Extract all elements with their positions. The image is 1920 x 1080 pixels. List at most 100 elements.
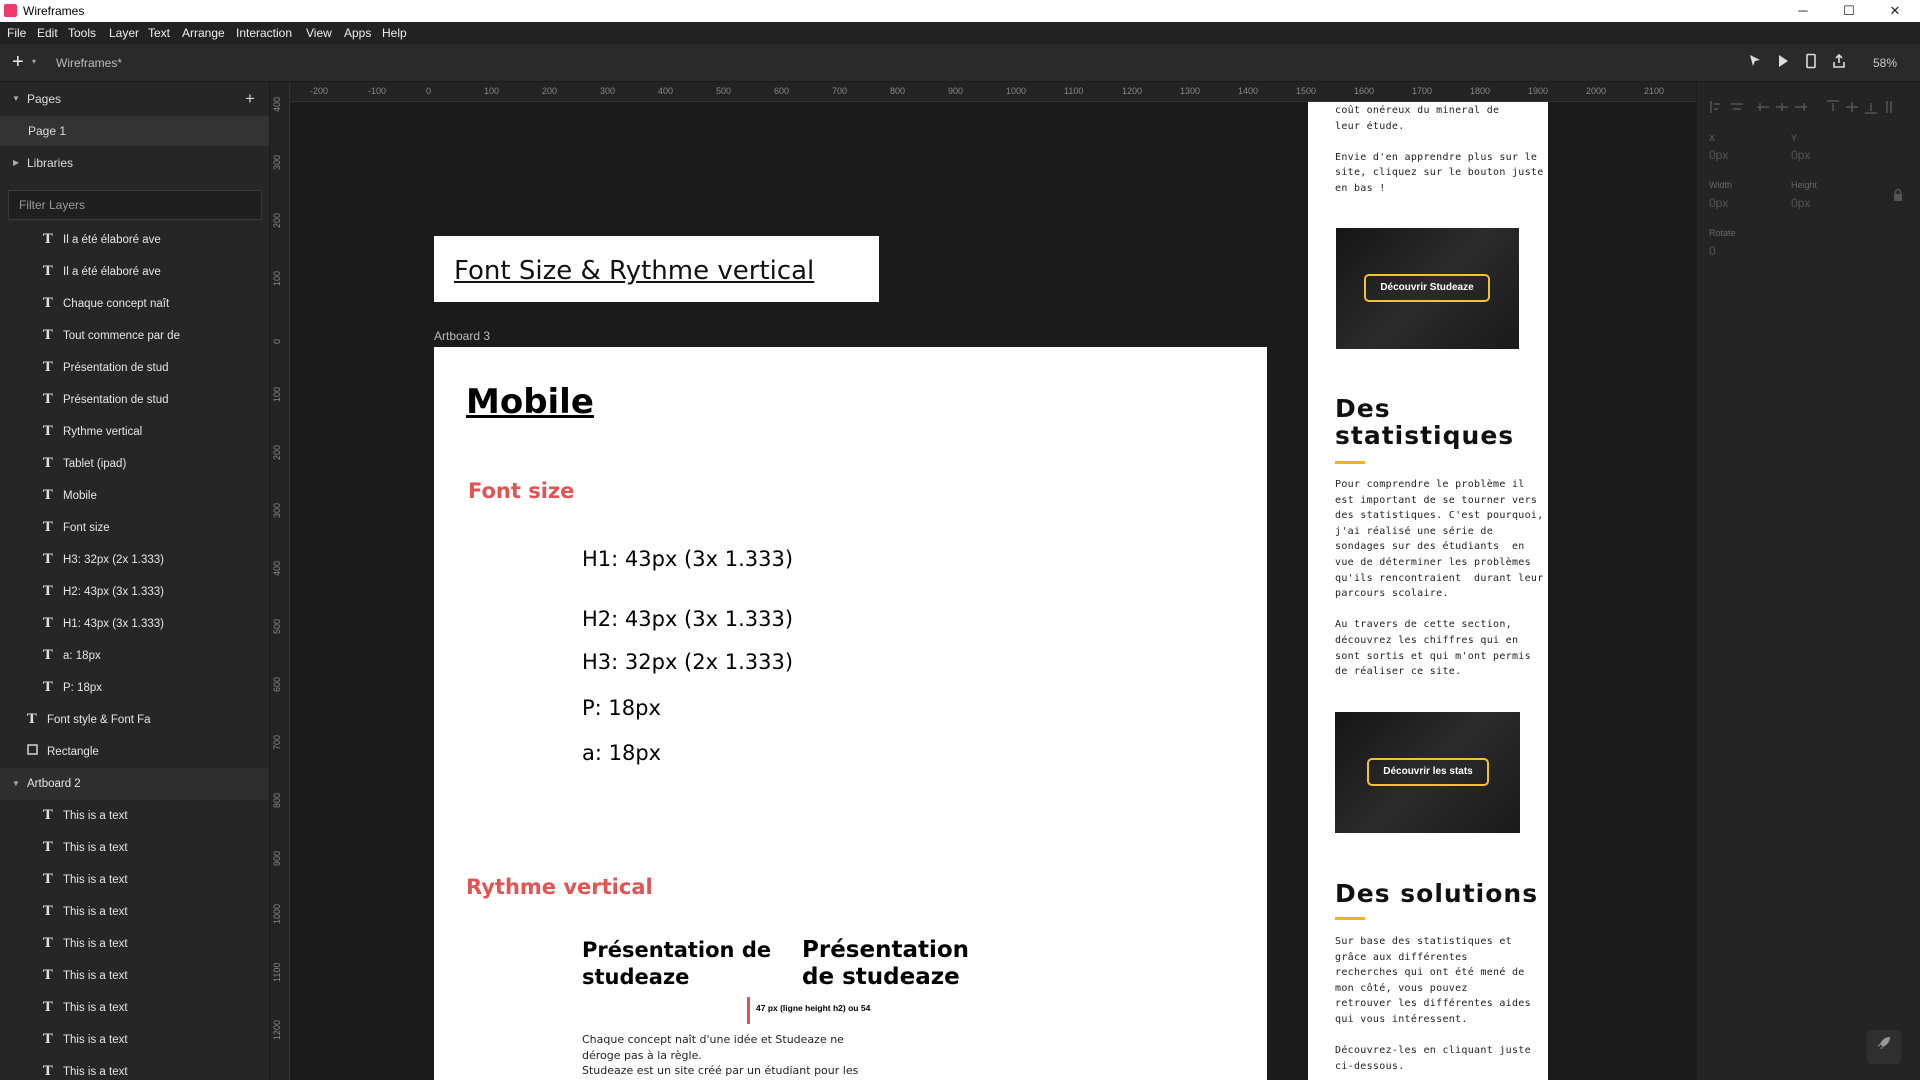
height-input[interactable]: 0px: [1791, 196, 1810, 210]
menu-layer[interactable]: Layer: [109, 26, 139, 40]
line-height-note: 47 px (ligne height h2) ou 54: [756, 1003, 871, 1013]
discover-stats-button[interactable]: Découvrir les stats: [1367, 758, 1489, 786]
layer-item[interactable]: T Tout commence par de: [43, 320, 180, 352]
stats-underline: [1335, 461, 1365, 464]
mobile-intro-text: coût onéreux du mineral de leur étude. E…: [1335, 105, 1544, 194]
layer-item[interactable]: T Rythme vertical: [43, 416, 142, 448]
vertical-ruler: 400 300 200 100 0 100 200 300 400 500 600 700 800 900…: [270, 82, 290, 1080]
layer-item[interactable]: T This is a text: [43, 1056, 128, 1080]
menu-apps[interactable]: Apps: [344, 26, 371, 40]
ruler-tick-label: -200: [310, 86, 329, 96]
text-layer-icon: T: [43, 1000, 53, 1015]
title-bar: Wireframes ─ ☐ ✕: [0, 0, 1920, 22]
menu-view[interactable]: View: [306, 26, 332, 40]
close-button[interactable]: ✕: [1872, 0, 1918, 22]
artboard3[interactable]: Mobile Font size H1: 43px (3x 1.333) H2:…: [434, 347, 1267, 1080]
layer-item-rectangle[interactable]: Rectangle: [27, 736, 99, 768]
layer-item[interactable]: Ta: 18px: [43, 640, 101, 672]
ruler-tick-label: 100: [484, 86, 500, 96]
menu-tools[interactable]: Tools: [68, 26, 96, 40]
text-layer-icon: T: [43, 424, 53, 439]
layer-label: Présentation de stud: [63, 362, 169, 374]
layer-item[interactable]: T This is a text: [43, 960, 128, 992]
layers-panel: ▼ Pages + Page 1 ▶ Libraries Filter Laye…: [0, 82, 270, 1080]
layer-item[interactable]: T This is a text: [43, 1024, 128, 1056]
minimize-button[interactable]: ─: [1780, 0, 1826, 22]
libraries-header[interactable]: ▶ Libraries: [0, 148, 269, 178]
text-layer-icon: T: [43, 840, 53, 855]
solutions-text: Sur base des statistiques et grâce aux d…: [1335, 936, 1531, 1072]
ruler-tick-label: 500: [716, 86, 732, 96]
layer-item[interactable]: T P: 18px: [43, 672, 102, 704]
layer-item-font-style[interactable]: T Font style & Font Fa: [27, 704, 151, 736]
pointer-tool-icon[interactable]: [1745, 53, 1765, 73]
zoom-level[interactable]: 58%: [1873, 56, 1897, 70]
layer-item[interactable]: T This is a text: [43, 800, 128, 832]
add-page-button[interactable]: +: [245, 84, 255, 114]
layer-item[interactable]: T Présentation de stud: [43, 384, 169, 416]
layer-item[interactable]: T Il a été élaboré ave: [43, 224, 161, 256]
layer-label: This is a text: [63, 1034, 128, 1046]
ruler-tick-label: 400: [272, 560, 282, 576]
layer-item[interactable]: T Chaque concept naît: [43, 288, 169, 320]
layer-item[interactable]: T Font size: [43, 512, 110, 544]
text-layer-icon: T: [43, 648, 53, 663]
ruler-tick-label: 800: [272, 792, 282, 808]
ruler-tick-label: 400: [272, 96, 282, 112]
title-card-text: Font Size & Rythme vertical: [454, 256, 815, 286]
discover-studeaze-button[interactable]: Découvrir Studeaze: [1364, 274, 1490, 302]
page1-label: Page 1: [28, 124, 67, 138]
align-toolbar: [1709, 100, 1914, 114]
pages-header[interactable]: ▼ Pages +: [0, 84, 269, 114]
layer-item[interactable]: T H1: 43px (3x 1.333): [43, 608, 164, 640]
layer-item[interactable]: T This is a text: [43, 896, 128, 928]
text-layer-icon: T: [27, 712, 37, 727]
play-preview-icon[interactable]: [1773, 53, 1793, 73]
layer-label: Tablet (ipad): [63, 458, 127, 470]
y-input[interactable]: 0px: [1791, 148, 1810, 162]
lock-icon[interactable]: [1892, 188, 1904, 207]
add-caret-icon[interactable]: ▾: [32, 57, 36, 66]
ruler-tick-label: 700: [832, 86, 848, 96]
text-layer-icon: T: [43, 904, 53, 919]
artboard3-label[interactable]: Artboard 3: [434, 329, 490, 343]
layer-item[interactable]: T This is a text: [43, 832, 128, 864]
layer-item[interactable]: T H3: 32px (2x 1.333): [43, 544, 164, 576]
filter-layers-input[interactable]: Filter Layers: [8, 190, 262, 220]
menu-text[interactable]: Text: [148, 26, 170, 40]
rotate-input[interactable]: 0: [1709, 244, 1716, 258]
menu-arrange[interactable]: Arrange: [182, 26, 225, 40]
export-icon[interactable]: [1829, 53, 1849, 73]
layer-label: Rectangle: [47, 746, 99, 758]
layer-item[interactable]: T Mobile: [43, 480, 97, 512]
layer-item[interactable]: T Il a été élaboré ave: [43, 256, 161, 288]
text-layer-icon: T: [43, 616, 53, 631]
layer-item[interactable]: T Tablet (ipad): [43, 448, 126, 480]
align-icons[interactable]: [1709, 100, 1914, 114]
text-layer-icon: T: [43, 936, 53, 951]
layer-item[interactable]: T Présentation de stud: [43, 352, 169, 384]
menu-edit[interactable]: Edit: [37, 26, 58, 40]
page-item-page1[interactable]: Page 1: [0, 116, 269, 146]
title-card-artboard[interactable]: Font Size & Rythme vertical: [434, 236, 879, 302]
layer-label: This is a text: [63, 874, 128, 886]
menu-file[interactable]: File: [7, 26, 26, 40]
layer-item[interactable]: T H2: 43px (3x 1.333): [43, 576, 164, 608]
layer-label: Font size: [63, 522, 110, 534]
maximize-button[interactable]: ☐: [1826, 0, 1872, 22]
width-input[interactable]: 0px: [1709, 196, 1728, 210]
device-preview-icon[interactable]: [1801, 53, 1821, 73]
layer-label: Présentation de stud: [63, 394, 169, 406]
layer-item[interactable]: T This is a text: [43, 864, 128, 896]
chevron-right-icon: ▶: [13, 158, 20, 167]
layer-group-artboard2[interactable]: ▼ Artboard 2: [0, 768, 269, 800]
menu-help[interactable]: Help: [382, 26, 407, 40]
layer-item[interactable]: T This is a text: [43, 992, 128, 1024]
x-input[interactable]: 0px: [1709, 148, 1728, 162]
menu-interaction[interactable]: Interaction: [236, 26, 292, 40]
ruler-tick-label: 300: [600, 86, 616, 96]
laptop-image: Découvrir Studeaze: [1336, 228, 1519, 349]
publish-button[interactable]: [1867, 1030, 1901, 1064]
layer-item[interactable]: T This is a text: [43, 928, 128, 960]
add-button[interactable]: +: [12, 51, 24, 74]
